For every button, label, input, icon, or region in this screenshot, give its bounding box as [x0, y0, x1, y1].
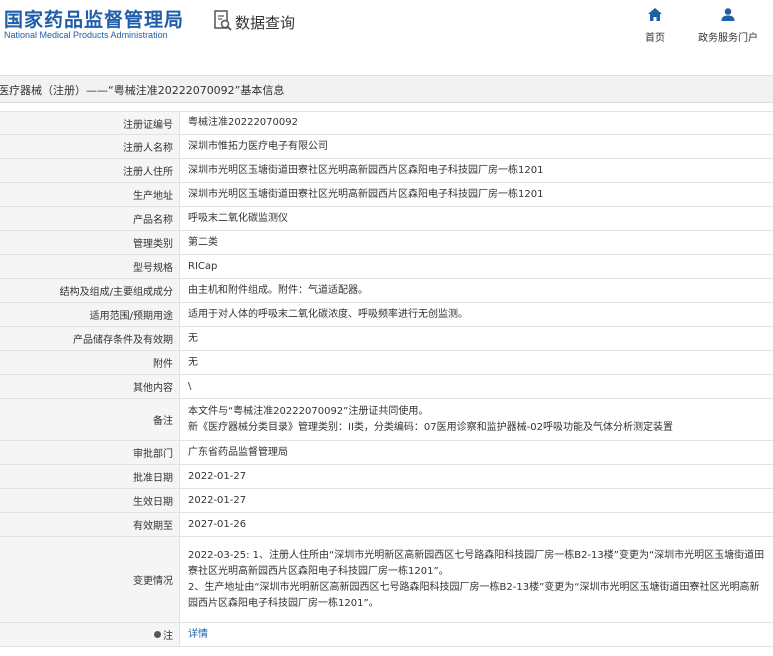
table-row: 备注 本文件与“粤械注准20222070092”注册证共同使用。 新《医疗器械分…	[0, 399, 773, 441]
table-row: 管理类别 第二类	[0, 231, 773, 255]
data-query-icon	[213, 9, 233, 35]
table-row: 产品储存条件及有效期 无	[0, 327, 773, 351]
nav-home-label: 首页	[645, 33, 665, 44]
change-line: 2、生产地址由“深圳市光明新区高新园西区七号路森阳科技园厂房一栋B2-13楼”变…	[188, 581, 760, 593]
row-value: 深圳市光明区玉塘街道田寮社区光明高新园西片区森阳电子科技园厂房一栋1201	[188, 188, 544, 200]
table-row: 适用范围/预期用途 适用于对人体的呼吸末二氧化碳浓度、呼吸频率进行无创监测。	[0, 303, 773, 327]
table-row: 其他内容 \	[0, 375, 773, 399]
home-icon	[648, 6, 662, 25]
table-row: 审批部门 广东省药品监督管理局	[0, 441, 773, 465]
data-query-label: 数据查询	[235, 13, 296, 32]
row-value: 由主机和附件组成。附件：气道适配器。	[188, 284, 368, 296]
row-label: 审批部门	[0, 441, 180, 464]
row-value: RICap	[188, 260, 218, 272]
row-label: 其他内容	[0, 375, 180, 398]
details-link[interactable]: 详情	[188, 627, 208, 643]
table-row: 有效期至 2027-01-26	[0, 513, 773, 537]
change-line: 寮社区光明高新园西片区森阳电子科技园厂房一栋1201”。	[188, 565, 449, 577]
table-row: 附件 无	[0, 351, 773, 375]
table-row: 注册人住所 深圳市光明区玉塘街道田寮社区光明高新园西片区森阳电子科技园厂房一栋1…	[0, 159, 773, 183]
site-header: 国家药品监督管理局 National Medical Products Admi…	[0, 0, 773, 56]
row-label: 产品名称	[0, 207, 180, 230]
table-row: 结构及组成/主要组成成分 由主机和附件组成。附件：气道适配器。	[0, 279, 773, 303]
row-label: 产品储存条件及有效期	[0, 327, 180, 350]
location-pin-icon	[154, 631, 161, 638]
row-value: 2022-03-25: 1、注册人住所由“深圳市光明新区高新园西区七号路森阳科技…	[180, 537, 773, 622]
row-value: 第二类	[188, 236, 218, 248]
row-value: 适用于对人体的呼吸末二氧化碳浓度、呼吸频率进行无创监测。	[188, 308, 468, 320]
row-value: 无	[188, 332, 198, 344]
row-value: \	[188, 380, 192, 392]
change-line: 2022-03-25: 1、注册人住所由“深圳市光明新区高新园西区七号路森阳科技…	[188, 549, 765, 561]
nav-portal-link[interactable]: 政务服务门户	[698, 6, 758, 44]
row-value: 本文件与“粤械注准20222070092”注册证共同使用。 新《医疗器械分类目录…	[180, 399, 773, 440]
table-row: 产品名称 呼吸末二氧化碳监测仪	[0, 207, 773, 231]
row-label: 注册人住所	[0, 159, 180, 182]
user-icon	[721, 6, 735, 25]
row-label: 注册证编号	[0, 112, 180, 134]
table-row: 生效日期 2022-01-27	[0, 489, 773, 513]
row-label: 注册人名称	[0, 135, 180, 158]
row-label: 变更情况	[0, 537, 180, 622]
nav-home-link[interactable]: 首页	[645, 6, 665, 44]
row-label: 适用范围/预期用途	[0, 303, 180, 326]
row-label: 型号规格	[0, 255, 180, 278]
row-value: 深圳市光明区玉塘街道田寮社区光明高新园西片区森阳电子科技园厂房一栋1201	[188, 164, 544, 176]
change-line: 园西片区森阳电子科技园厂房一栋1201”。	[188, 597, 379, 609]
site-logo-title[interactable]: 国家药品监督管理局	[4, 5, 184, 32]
table-row: 批准日期 2022-01-27	[0, 465, 773, 489]
table-row: 变更情况 2022-03-25: 1、注册人住所由“深圳市光明新区高新园西区七号…	[0, 537, 773, 623]
row-value: 2027-01-26	[188, 518, 247, 530]
row-value: 深圳市惟拓力医疗电子有限公司	[188, 140, 328, 152]
row-value: 2022-01-27	[188, 470, 247, 482]
table-row: 生产地址 深圳市光明区玉塘街道田寮社区光明高新园西片区森阳电子科技园厂房一栋12…	[0, 183, 773, 207]
row-label: 附件	[0, 351, 180, 374]
remark-line: 新《医疗器械分类目录》管理类别：II类，分类编码：07医用诊察和监护器械-02呼…	[188, 421, 673, 433]
table-row: 注册人名称 深圳市惟拓力医疗电子有限公司	[0, 135, 773, 159]
nav-portal-label: 政务服务门户	[698, 33, 758, 44]
table-row: 注册证编号 粤械注准20222070092	[0, 111, 773, 135]
record-title: 医疗器械（注册）——“粤械注准20222070092”基本信息	[0, 84, 285, 97]
row-value: 2022-01-27	[188, 494, 247, 506]
site-logo-subtitle: National Medical Products Administration	[4, 30, 168, 40]
row-value: 呼吸末二氧化碳监测仪	[188, 212, 288, 224]
row-value: 粤械注准20222070092	[188, 117, 298, 128]
row-value: 详情	[180, 623, 773, 646]
row-value: 广东省药品监督管理局	[188, 446, 288, 458]
row-label: 生效日期	[0, 489, 180, 512]
row-label: 生产地址	[0, 183, 180, 206]
row-label: 批准日期	[0, 465, 180, 488]
detail-table: 注册证编号 粤械注准20222070092 注册人名称 深圳市惟拓力医疗电子有限…	[0, 111, 773, 647]
row-label: 结构及组成/主要组成成分	[0, 279, 180, 302]
row-label: 管理类别	[0, 231, 180, 254]
row-label: 注	[0, 623, 180, 646]
remark-line: 本文件与“粤械注准20222070092”注册证共同使用。	[188, 405, 429, 417]
row-label: 有效期至	[0, 513, 180, 536]
row-value: 无	[188, 356, 198, 368]
note-label: 注	[163, 631, 173, 642]
data-query-heading: 数据查询	[213, 9, 295, 35]
record-title-bar: 医疗器械（注册）——“粤械注准20222070092”基本信息	[0, 75, 773, 103]
table-row: 注 详情	[0, 623, 773, 647]
row-label: 备注	[0, 399, 180, 440]
table-row: 型号规格 RICap	[0, 255, 773, 279]
